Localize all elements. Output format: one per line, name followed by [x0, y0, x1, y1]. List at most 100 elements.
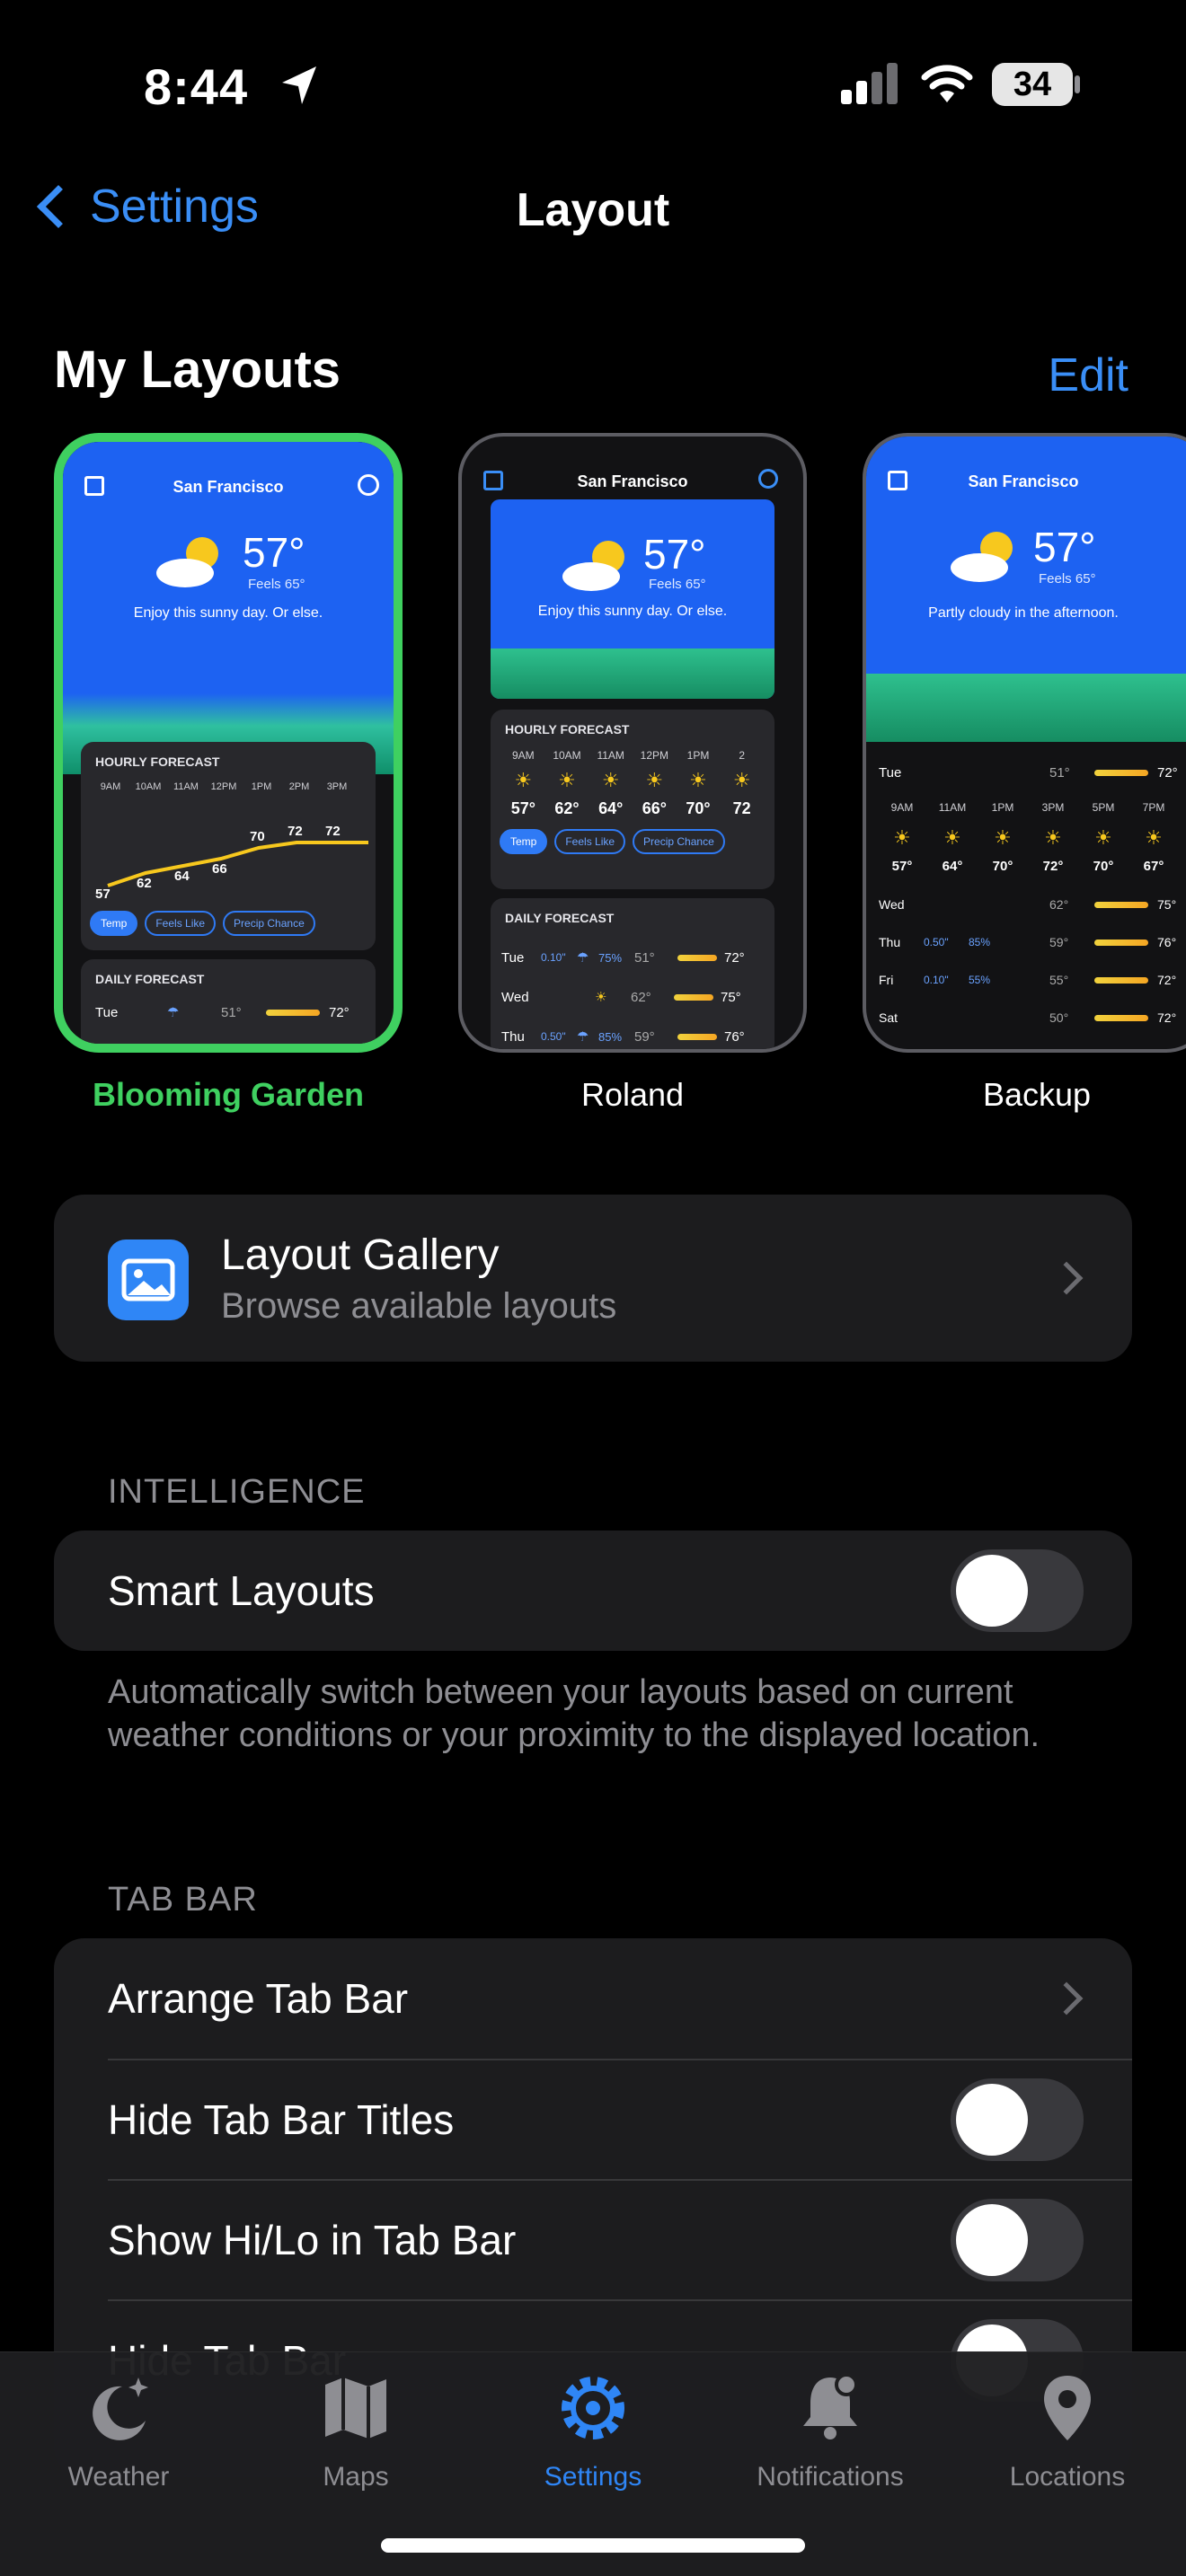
layout-card-blooming-garden[interactable]: San Francisco 57° Feels 65° Enjoy this s… [54, 433, 403, 1053]
current-temp: 57° [243, 529, 305, 576]
high-temp: 72° [1157, 973, 1177, 987]
daily-forecast-card: DAILY FORECAST Tue ☂ 51° 72° [81, 959, 376, 1044]
sky-background: San Francisco 57° Feels 65° Partly cloud… [866, 437, 1186, 742]
layout-name-blooming-garden[interactable]: Blooming Garden [54, 1076, 403, 1114]
metric-pills: Temp Feels Like Precip Chance [491, 818, 774, 865]
show-hilo-toggle[interactable] [951, 2199, 1084, 2281]
cellular-signal-icon [841, 63, 900, 104]
high-temp: 76° [724, 1028, 745, 1045]
show-hilo-row: Show Hi/Lo in Tab Bar [108, 2179, 1132, 2299]
hide-tab-bar-titles-toggle[interactable] [951, 2078, 1084, 2161]
hour-label: 11AM [173, 781, 199, 792]
feels-like: Feels 65° [248, 577, 305, 592]
hour-temp: 70° [686, 799, 711, 817]
hour-temp: 72 [732, 799, 751, 817]
moon-stars-icon [93, 2378, 148, 2440]
partly-sunny-icon [951, 532, 1013, 582]
hour-temp: 64° [598, 799, 624, 817]
sun-icon: ☀ [994, 826, 1012, 849]
daily-row: Tue 0.10" ☂ 75% 51° 72° [491, 938, 774, 977]
hour-label: 3PM [1041, 801, 1065, 814]
more-icon [358, 474, 379, 496]
temp-range-bar [1094, 976, 1148, 984]
layout-name-roland[interactable]: Roland [458, 1076, 807, 1114]
photo-icon [108, 1239, 189, 1320]
hour-temp: 57° [891, 859, 913, 874]
precip-chance: 75% [598, 950, 623, 965]
pill-temp[interactable]: Temp [500, 829, 548, 854]
battery-cap [1075, 75, 1080, 93]
hour-temp: 62° [554, 799, 580, 817]
current-temp: 57° [1033, 524, 1096, 570]
tab-settings-label: Settings [544, 2462, 642, 2492]
precip-amount: 0.50" [924, 936, 949, 948]
tab-maps-label: Maps [323, 2462, 389, 2492]
hide-tab-bar-titles-label: Hide Tab Bar Titles [108, 2096, 455, 2143]
day-label: Fri [879, 973, 894, 987]
feels-like: Feels 65° [649, 577, 706, 592]
high-temp: 75° [721, 989, 741, 1005]
tab-maps[interactable]: Maps [237, 2365, 474, 2492]
pill-precip-chance[interactable]: Precip Chance [633, 829, 725, 854]
page-title: Layout [516, 184, 670, 236]
low-temp: 51° [1049, 764, 1070, 781]
layout-card-roland[interactable]: San Francisco 57° Feels 65° Enjoy this s… [458, 433, 807, 1053]
sun-icon: ☀ [1044, 826, 1062, 849]
city-name: San Francisco [577, 472, 688, 490]
high-temp: 75° [1157, 897, 1177, 912]
low-temp: 59° [1049, 935, 1069, 949]
pill-feels-like[interactable]: Feels Like [145, 911, 217, 936]
chevron-right-icon [1049, 1261, 1084, 1295]
smart-layouts-toggle[interactable] [951, 1549, 1084, 1632]
daily-row: Sat 50° 72° [866, 999, 1186, 1037]
hourly-forecast-card: HOURLY FORECAST 9AM 10AM 11AM 12PM 1PM 2… [491, 710, 774, 889]
sun-icon: ☀ [732, 769, 751, 791]
weather-message: Enjoy this sunny day. Or else. [133, 605, 323, 621]
layout-card-backup[interactable]: San Francisco 57° Feels 65° Partly cloud… [863, 433, 1186, 1053]
temp-line-chart: 57 62 64 66 70 72 72 [95, 824, 368, 902]
partly-sunny-icon [562, 541, 624, 591]
hour-label: 9AM [100, 781, 121, 792]
hour-label: 7PM [1142, 801, 1165, 814]
partly-sunny-icon: ☀ [595, 990, 607, 1005]
gear-icon [562, 2377, 624, 2439]
high-temp: 72° [724, 949, 745, 966]
city-name: San Francisco [173, 478, 284, 496]
tab-settings[interactable]: Settings [474, 2365, 712, 2492]
map-icon [325, 2378, 386, 2439]
pill-precip-chance[interactable]: Precip Chance [223, 911, 315, 936]
layout-name-backup[interactable]: Backup [863, 1076, 1186, 1114]
sun-icon: ☀ [1145, 826, 1163, 849]
location-arrow-icon [282, 66, 316, 104]
rain-icon: ☂ [577, 1029, 589, 1045]
daily-list: Wed 62° 75° Thu 0.50" 85% 59° 76° Fri 0.… [866, 886, 1186, 1037]
hour-label: 9AM [511, 749, 535, 762]
feels-like: Feels 65° [1039, 571, 1096, 587]
chevron-right-icon [1049, 1981, 1084, 2016]
tab-notifications[interactable]: Notifications [712, 2365, 949, 2492]
battery-indicator: 34 [992, 63, 1073, 106]
temp-range-bar [266, 1009, 320, 1016]
intelligence-header: INTELLIGENCE [108, 1473, 366, 1511]
sun-icon: ☀ [689, 769, 707, 791]
daily-forecast-header: DAILY FORECAST [95, 972, 205, 986]
low-temp: 59° [634, 1028, 655, 1045]
daily-forecast-card: DAILY FORECAST Tue 0.10" ☂ 75% 51° 72° W… [491, 898, 774, 1049]
tab-weather[interactable]: Weather [0, 2365, 237, 2492]
edit-button[interactable]: Edit [1048, 348, 1128, 402]
hour-temp: 64 [174, 869, 190, 884]
hour-temp: 67° [1143, 859, 1164, 874]
layout-gallery-row[interactable]: Layout Gallery Browse available layouts [54, 1195, 1132, 1362]
daily-row: Thu 0.50" ☂ 85% 59° 76° [491, 1017, 774, 1049]
daily-row: Wed ☀ 62° 75° [491, 977, 774, 1017]
tab-locations-label: Locations [1009, 2462, 1126, 2492]
high-temp: 72° [1157, 764, 1178, 781]
pill-temp[interactable]: Temp [90, 911, 138, 936]
hour-temp: 62 [137, 876, 152, 891]
tab-locations[interactable]: Locations [949, 2365, 1186, 2492]
pill-feels-like[interactable]: Feels Like [554, 829, 626, 854]
arrange-tab-bar-row[interactable]: Arrange Tab Bar [54, 1938, 1132, 2059]
my-layouts-title: My Layouts [54, 340, 341, 399]
hour-temps: 57° 64° 70° 72° 70° 67° [866, 859, 1186, 874]
temp-range-bar [1094, 769, 1148, 776]
